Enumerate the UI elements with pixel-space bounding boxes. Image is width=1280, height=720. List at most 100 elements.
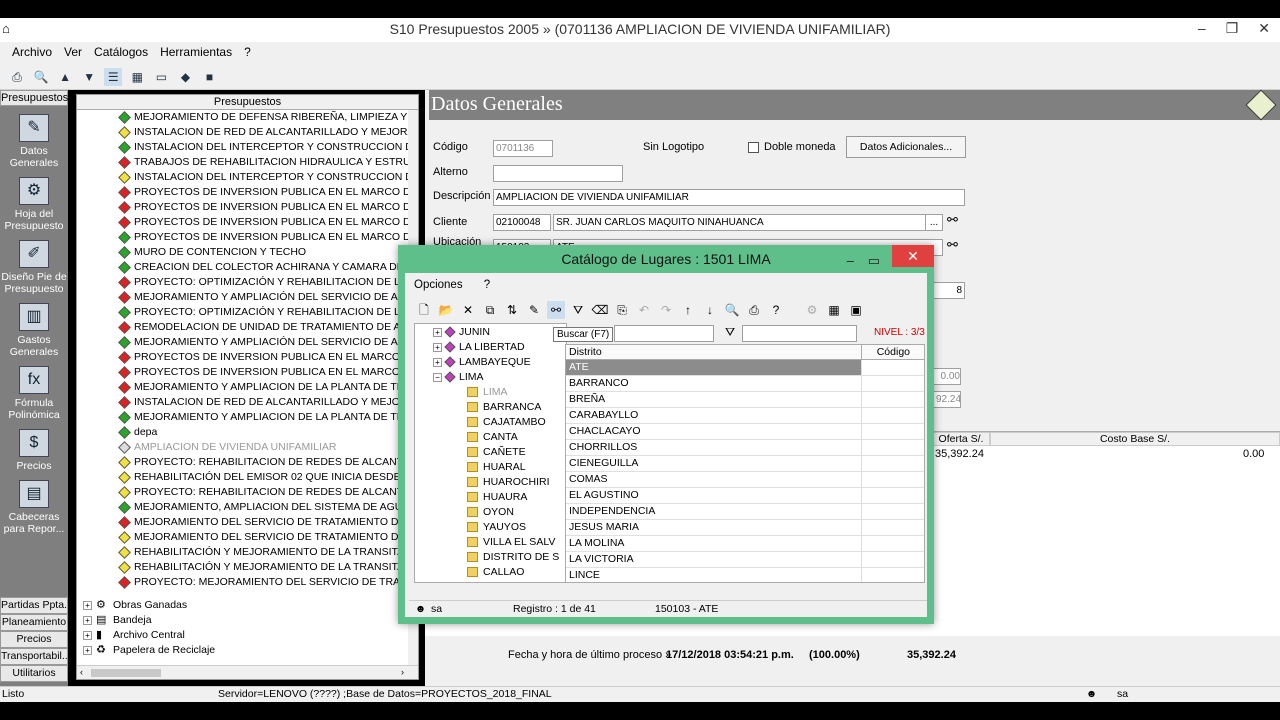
sidebar-item-2[interactable]: ✐ Diseño Pie de Presupuesto — [0, 240, 68, 295]
copy-icon[interactable]: ⧉ — [481, 301, 499, 319]
tree-root-item[interactable]: + ⚙ Obras Ganadas — [77, 598, 418, 613]
tree-item[interactable]: MEJORAMIENTO DEL SERVICIO DE TRATAMIENTO… — [77, 515, 418, 530]
tree-item[interactable]: CREACION DEL COLECTOR ACHIRANA Y CAMARA … — [77, 260, 418, 275]
tree-item[interactable]: MURO DE CONTENCION Y TECHO — [77, 245, 418, 260]
binoculars-icon[interactable]: ⚯ — [947, 237, 958, 253]
distrito-row[interactable]: JESUS MARIA — [566, 520, 924, 536]
tree-item[interactable]: PROYECTOS DE INVERSION PUBLICA EN EL MAR… — [77, 200, 418, 215]
cliente-code-field[interactable]: 02100048 — [493, 214, 551, 231]
datos-adicionales-button[interactable]: Datos Adicionales... — [846, 136, 966, 158]
sort-asc-icon[interactable]: ↑ — [679, 301, 697, 319]
search-field[interactable] — [614, 325, 714, 342]
expand-icon[interactable]: + — [433, 327, 442, 337]
eraser-icon[interactable]: ◆ — [176, 68, 194, 86]
distrito-row[interactable]: ATE — [566, 360, 924, 376]
side-value-field[interactable]: 8 — [933, 282, 965, 299]
tree-root-item[interactable]: + ▤ Bandeja — [77, 613, 418, 628]
tree-item[interactable]: PROYECTOS DE INVERSION PUBLICA EN EL MAR… — [77, 230, 418, 245]
distrito-row[interactable]: BREÑA — [566, 392, 924, 408]
cliente-browse-button[interactable]: ... — [925, 214, 943, 231]
menu-help[interactable]: ? — [238, 42, 257, 62]
sort-desc-icon[interactable]: ↓ — [701, 301, 719, 319]
dialog-minimize-button[interactable]: – — [847, 247, 854, 275]
menu-archivo[interactable]: Archivo — [6, 42, 58, 62]
sidebar-item-6[interactable]: ▤ Cabeceras para Repor... — [0, 480, 68, 535]
menu-ver[interactable]: Ver — [58, 42, 88, 62]
tree-root-item[interactable]: + ♻ Papelera de Reciclaje — [77, 643, 418, 658]
distrito-row[interactable]: INDEPENDENCIA — [566, 504, 924, 520]
tree-item[interactable]: MEJORAMIENTO, AMPLIACION DEL SISTEMA DE … — [77, 500, 418, 515]
export-icon[interactable]: ⎘ — [613, 301, 631, 319]
dialog-close-button[interactable]: ✕ — [892, 245, 934, 267]
tree-item[interactable]: MEJORAMIENTO DEL SERVICIO DE TRATAMIENTO… — [77, 530, 418, 545]
tree-item[interactable]: REMODELACION DE UNIDAD DE TRATAMIENTO DE… — [77, 320, 418, 335]
tree-item[interactable]: REHABILITACIÓN Y MEJORAMIENTO DE LA TRAN… — [77, 545, 418, 560]
delete-icon[interactable]: ✕ — [459, 301, 477, 319]
distrito-row[interactable]: CHACLACAYO — [566, 424, 924, 440]
tree-item[interactable]: MEJORAMIENTO Y AMPLIACIÓN DEL SERVICIO D… — [77, 290, 418, 305]
screen-icon[interactable]: ▭ — [152, 68, 170, 86]
expand-icon[interactable]: + — [83, 630, 92, 640]
list-icon[interactable]: ☰ — [104, 68, 123, 86]
cliente-name-field[interactable]: SR. JUAN CARLOS MAQUITO NINAHUANCA — [553, 214, 943, 231]
tree-root-item[interactable]: + ▮ Archivo Central — [77, 628, 418, 643]
edit-icon[interactable]: ✎ — [525, 301, 543, 319]
lugar-tree-item[interactable]: + JUNIN — [415, 325, 566, 340]
descripcion-field[interactable]: AMPLIACION DE VIVIENDA UNIFAMILIAR — [493, 189, 965, 206]
lugar-tree-item[interactable]: CAÑETE — [415, 445, 566, 460]
lugar-tree-item[interactable]: + LAMBAYEQUE — [415, 355, 566, 370]
filter-field[interactable] — [742, 325, 857, 342]
lugar-tree-item[interactable]: HUAROCHIRI — [415, 475, 566, 490]
folder-icon[interactable]: ▣ — [847, 301, 865, 319]
calc-icon[interactable]: ▦ — [128, 68, 146, 86]
tree-item[interactable]: PROYECTO: OPTIMIZACIÓN Y REHABILITACION … — [77, 275, 418, 290]
lugar-tree-item[interactable]: HUAURA — [415, 490, 566, 505]
distrito-row[interactable]: CARABAYLLO — [566, 408, 924, 424]
scroll-left-icon[interactable]: ‹ — [80, 667, 83, 677]
expand-icon[interactable]: + — [433, 357, 442, 367]
tree-item[interactable]: INSTALACION DE RED DE ALCANTARILLADO Y M… — [77, 395, 418, 410]
tree-item[interactable]: PROYECTOS DE INVERSION PUBLICA EN EL MAR… — [77, 365, 418, 380]
dialog-maximize-button[interactable]: ▭ — [868, 247, 880, 275]
lugar-tree-item[interactable]: VILLA EL SALV — [415, 535, 566, 550]
lugar-tree-item[interactable]: YAUYOS — [415, 520, 566, 535]
lugar-tree-item[interactable]: HUARAL — [415, 460, 566, 475]
distrito-row[interactable]: CHORRILLOS — [566, 440, 924, 456]
preview-icon[interactable]: 🔍 — [32, 68, 50, 86]
clear-filter-icon[interactable]: ⌫ — [591, 301, 609, 319]
arrow-up-icon[interactable]: ▲ — [56, 68, 74, 86]
sidebar-tab-planeamiento[interactable]: Planeamiento — [0, 614, 68, 631]
distrito-row[interactable]: LA VICTORIA — [566, 552, 924, 568]
save-icon[interactable]: ■ — [201, 68, 219, 86]
distrito-row[interactable]: BARRANCO — [566, 376, 924, 392]
sidebar-tab-precios[interactable]: Precios — [0, 631, 68, 648]
menu-catalogos[interactable]: Catálogos — [88, 42, 154, 62]
tree-item[interactable]: PROYECTO: REHABILITACION DE REDES DE ALC… — [77, 455, 418, 470]
tree-item[interactable]: MEJORAMIENTO DE DEFENSA RIBEREÑA, LIMPIE… — [77, 110, 418, 125]
tree-item[interactable]: MEJORAMIENTO Y AMPLIACION DE LA PLANTA D… — [77, 410, 418, 425]
redo-icon[interactable]: ↷ — [657, 301, 675, 319]
tree-item[interactable]: depa — [77, 425, 418, 440]
search-icon[interactable]: ⚯ — [547, 301, 565, 319]
sidebar-item-0[interactable]: ✎ Datos Generales — [0, 114, 68, 169]
tree-item[interactable]: PROYECTO: REHABILITACION DE REDES DE ALC… — [77, 485, 418, 500]
expand-icon[interactable]: + — [83, 600, 92, 610]
tree-item[interactable]: PROYECTO: OPTIMIZACIÓN Y REHABILITACION … — [77, 305, 418, 320]
tree-item[interactable]: PROYECTOS DE INVERSION PUBLICA EN EL MAR… — [77, 215, 418, 230]
new-icon[interactable]: 🗋 — [415, 301, 433, 319]
expand-icon[interactable]: + — [433, 342, 442, 352]
sort-icon[interactable]: ⇅ — [503, 301, 521, 319]
tree-item[interactable]: PROYECTOS DE INVERSION PUBLICA EN EL MAR… — [77, 185, 418, 200]
sidebar-item-3[interactable]: ▥ Gastos Generales — [0, 303, 68, 358]
distrito-row[interactable]: LINCE — [566, 568, 924, 582]
expand-icon[interactable]: + — [83, 645, 92, 655]
tree-item[interactable]: INSTALACION DEL INTERCEPTOR Y CONSTRUCCI… — [77, 170, 418, 185]
distrito-row[interactable]: LA MOLINA — [566, 536, 924, 552]
filter-icon[interactable]: ⛛ — [569, 301, 587, 319]
open-icon[interactable]: 📂 — [437, 301, 455, 319]
tree-item[interactable]: TRABAJOS DE REHABILITACION HIDRAULICA Y … — [77, 155, 418, 170]
filter-icon[interactable]: ⛛ — [725, 325, 735, 340]
lugar-tree-item[interactable]: CANTA — [415, 430, 566, 445]
sidebar-item-5[interactable]: $ Precios — [0, 429, 68, 472]
opciones-menu[interactable]: Opciones — [414, 279, 463, 291]
